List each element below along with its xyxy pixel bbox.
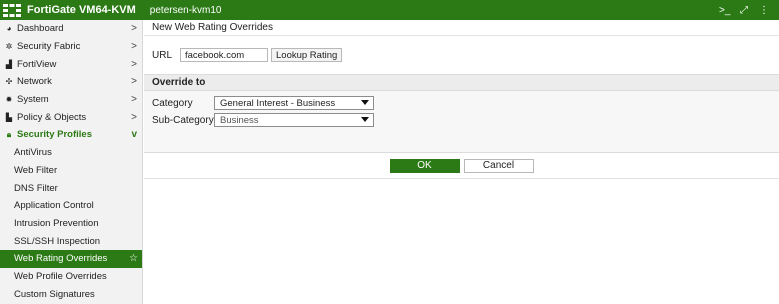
- sidebar-subitem-label: Application Control: [14, 200, 94, 212]
- sidebar-subitem-label: Custom Signatures: [14, 288, 95, 300]
- sidebar-item-label: Network: [17, 76, 52, 88]
- sidebar-subitem-label: DNS Filter: [14, 182, 58, 194]
- dropdown-caret-icon: [361, 100, 369, 105]
- sidebar-subitem-intrusion-prevention[interactable]: Intrusion Prevention: [0, 215, 142, 233]
- sidebar-subitem-label: Web Rating Overrides: [14, 253, 108, 265]
- sidebar-subitem-web-profile-overrides[interactable]: Web Profile Overrides: [0, 268, 142, 286]
- sidebar-item-label: System: [17, 94, 49, 106]
- url-input[interactable]: facebook.com: [180, 48, 268, 62]
- chevron-right-icon: >: [131, 94, 137, 106]
- sidebar-subitem-ssl-ssh-inspection[interactable]: SSL/SSH Inspection: [0, 232, 142, 250]
- sidebar-item-label: Policy & Objects: [17, 111, 87, 123]
- sidebar-subitem-web-filter[interactable]: Web Filter: [0, 162, 142, 180]
- url-form: URL facebook.com Lookup Rating: [144, 36, 779, 74]
- sidebar-item-system[interactable]: ✹ System >: [0, 91, 142, 109]
- category-value: General Interest - Business: [220, 97, 336, 109]
- system-gear-icon: ✹: [5, 95, 13, 105]
- sidebar-item-policy-objects[interactable]: ▙ Policy & Objects >: [0, 108, 142, 126]
- dropdown-caret-icon: [361, 117, 369, 122]
- security-fabric-icon: ✲: [5, 42, 13, 52]
- subcategory-row: Sub-Category Business: [152, 112, 779, 128]
- override-body: Category General Interest - Business Sub…: [144, 91, 779, 153]
- top-bar: FortiGate VM64-KVM petersen-kvm10 >_ ⤢ ⋮: [0, 0, 779, 20]
- category-row: Category General Interest - Business: [152, 95, 779, 111]
- lock-icon: 🔒︎: [6, 129, 12, 139]
- sidebar-item-label: Dashboard: [17, 23, 64, 35]
- sidebar-subitem-web-rating-overrides[interactable]: Web Rating Overrides ☆: [0, 249, 142, 268]
- chevron-down-icon: v: [131, 129, 137, 141]
- sidebar: ◕ Dashboard > ✲ Security Fabric > ▟ Fort…: [0, 20, 143, 304]
- sidebar-subitem-dns-filter[interactable]: DNS Filter: [0, 179, 142, 197]
- subcategory-select[interactable]: Business: [214, 113, 374, 127]
- more-icon[interactable]: ⋮: [759, 5, 769, 16]
- sidebar-subitem-label: SSL/SSH Inspection: [14, 235, 101, 247]
- sidebar-subitem-label: AntiVirus: [14, 147, 52, 159]
- page-title: New Web Rating Overrides: [144, 20, 779, 36]
- sidebar-subitem-application-control[interactable]: Application Control: [0, 197, 142, 215]
- sidebar-subitem-antivirus[interactable]: AntiVirus: [0, 144, 142, 162]
- chevron-right-icon: >: [131, 41, 137, 53]
- url-row: URL facebook.com Lookup Rating: [144, 36, 779, 74]
- app-title: FortiGate VM64-KVM: [27, 4, 136, 16]
- policy-icon: ▙: [5, 112, 13, 122]
- sidebar-item-fortiview[interactable]: ▟ FortiView >: [0, 55, 142, 73]
- sidebar-subitem-label: Web Profile Overrides: [14, 270, 107, 282]
- chevron-right-icon: >: [131, 76, 137, 88]
- fortiview-icon: ▟: [5, 59, 13, 69]
- fortinet-logo-icon[interactable]: [2, 3, 22, 17]
- override-panel: Override to Category General Interest - …: [144, 74, 779, 153]
- favorite-star-icon[interactable]: ☆: [129, 253, 138, 264]
- sidebar-item-network[interactable]: ✣ Network >: [0, 73, 142, 91]
- cancel-button[interactable]: Cancel: [463, 158, 534, 173]
- ok-button[interactable]: OK: [389, 158, 460, 173]
- sidebar-item-security-fabric[interactable]: ✲ Security Fabric >: [0, 38, 142, 56]
- sidebar-item-label: FortiView: [17, 58, 57, 70]
- chevron-right-icon: >: [131, 58, 137, 70]
- chevron-right-icon: >: [131, 111, 137, 123]
- chevron-right-icon: >: [131, 23, 137, 35]
- fullscreen-icon[interactable]: ⤢: [739, 5, 749, 16]
- network-icon: ✣: [5, 77, 13, 87]
- form-actions: OK Cancel: [144, 153, 779, 179]
- hostname: petersen-kvm10: [149, 4, 222, 16]
- sidebar-item-security-profiles[interactable]: 🔒︎ Security Profiles v: [0, 126, 142, 144]
- url-label: URL: [152, 49, 173, 61]
- sidebar-subitem-label: Web Filter: [14, 164, 58, 176]
- override-heading: Override to: [144, 75, 779, 91]
- cli-console-icon[interactable]: >_: [719, 5, 730, 16]
- sidebar-item-label: Security Profiles: [17, 129, 92, 141]
- sidebar-item-dashboard[interactable]: ◕ Dashboard >: [0, 20, 142, 38]
- subcategory-label: Sub-Category: [152, 114, 214, 126]
- category-select[interactable]: General Interest - Business: [214, 96, 374, 110]
- lookup-rating-button[interactable]: Lookup Rating: [271, 48, 343, 62]
- sidebar-item-label: Security Fabric: [17, 41, 81, 53]
- sidebar-subitem-custom-signatures[interactable]: Custom Signatures: [0, 285, 142, 303]
- subcategory-value: Business: [220, 114, 259, 126]
- category-label: Category: [152, 97, 193, 109]
- dashboard-icon: ◕: [6, 24, 12, 34]
- main-content: New Web Rating Overrides URL facebook.co…: [144, 20, 779, 304]
- top-icons: >_ ⤢ ⋮: [719, 5, 769, 16]
- sidebar-subitem-label: Intrusion Prevention: [14, 217, 99, 229]
